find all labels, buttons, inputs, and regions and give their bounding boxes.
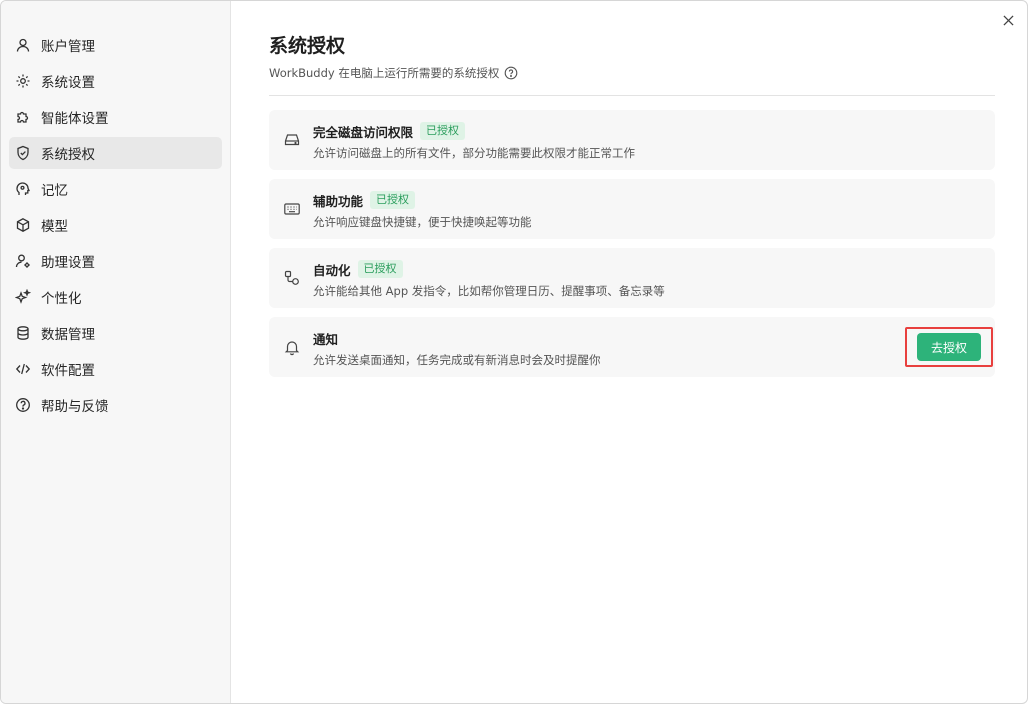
permission-description: 允许能给其他 App 发指令，比如帮你管理日历、提醒事项、备忘录等	[313, 284, 665, 298]
sidebar-item-label: 个性化	[41, 291, 82, 307]
permission-title: 完全磁盘访问权限	[313, 124, 414, 140]
sidebar-item-label: 帮助与反馈	[41, 399, 109, 415]
sidebar-item-agent-settings[interactable]: 智能体设置	[9, 101, 222, 133]
sidebar-item-data-management[interactable]: 数据管理	[9, 317, 222, 349]
permission-description: 允许响应键盘快捷键，便于快捷唤起等功能	[313, 215, 532, 229]
permission-title: 通知	[313, 331, 339, 347]
sidebar-item-label: 系统设置	[41, 75, 95, 91]
page-title: 系统授权	[269, 35, 346, 57]
permission-title: 自动化	[313, 262, 351, 278]
close-icon	[1002, 14, 1014, 26]
puzzle-icon	[15, 109, 31, 125]
status-badge: 已授权	[370, 191, 416, 209]
permission-card-accessibility: 辅助功能 已授权 允许响应键盘快捷键，便于快捷唤起等功能	[269, 179, 995, 239]
user-icon	[15, 37, 31, 53]
sidebar: 账户管理 系统设置 智能体设置 系统授权 记忆 模型 助理设置 个性化 数据管理…	[1, 1, 231, 703]
bell-icon	[283, 338, 301, 356]
sidebar-item-system-authorization[interactable]: 系统授权	[9, 137, 222, 169]
sidebar-item-label: 软件配置	[41, 363, 95, 379]
hard-drive-icon	[283, 131, 301, 149]
permission-description: 允许访问磁盘上的所有文件，部分功能需要此权限才能正常工作	[313, 146, 635, 160]
subtitle-text: WorkBuddy 在电脑上运行所需要的系统授权	[269, 66, 500, 80]
authorize-highlight: 去授权	[905, 327, 993, 367]
gear-icon	[15, 73, 31, 89]
sidebar-item-label: 助理设置	[41, 255, 95, 271]
sidebar-item-software-config[interactable]: 软件配置	[9, 353, 222, 385]
sidebar-item-label: 智能体设置	[41, 111, 109, 127]
sidebar-item-account[interactable]: 账户管理	[9, 29, 222, 61]
close-button[interactable]	[999, 11, 1017, 29]
settings-window: 账户管理 系统设置 智能体设置 系统授权 记忆 模型 助理设置 个性化 数据管理…	[0, 0, 1028, 704]
help-icon[interactable]	[504, 66, 518, 80]
divider	[269, 95, 995, 96]
database-icon	[15, 325, 31, 341]
sidebar-item-memory[interactable]: 记忆	[9, 173, 222, 205]
permission-card-disk-access: 完全磁盘访问权限 已授权 允许访问磁盘上的所有文件，部分功能需要此权限才能正常工…	[269, 110, 995, 170]
sidebar-item-label: 账户管理	[41, 39, 95, 55]
sidebar-item-personalization[interactable]: 个性化	[9, 281, 222, 313]
sidebar-item-help-feedback[interactable]: 帮助与反馈	[9, 389, 222, 421]
sidebar-item-label: 系统授权	[41, 147, 95, 163]
brain-head-icon	[15, 181, 31, 197]
automation-icon	[283, 269, 301, 287]
keyboard-icon	[283, 200, 301, 218]
permission-card-notification: 通知 允许发送桌面通知，任务完成或有新消息时会及时提醒你 去授权	[269, 317, 995, 377]
permission-card-automation: 自动化 已授权 允许能给其他 App 发指令，比如帮你管理日历、提醒事项、备忘录…	[269, 248, 995, 308]
sparkle-icon	[15, 289, 31, 305]
sidebar-item-system-settings[interactable]: 系统设置	[9, 65, 222, 97]
sidebar-item-label: 记忆	[41, 183, 68, 199]
cube-icon	[15, 217, 31, 233]
help-circle-icon	[15, 397, 31, 413]
shield-icon	[15, 145, 31, 161]
page-subtitle: WorkBuddy 在电脑上运行所需要的系统授权	[269, 65, 518, 81]
user-gear-icon	[15, 253, 31, 269]
sidebar-item-assistant-settings[interactable]: 助理设置	[9, 245, 222, 277]
main-panel: 系统授权 WorkBuddy 在电脑上运行所需要的系统授权 完全磁盘访问权限 已…	[232, 1, 1027, 703]
sidebar-item-model[interactable]: 模型	[9, 209, 222, 241]
status-badge: 已授权	[420, 122, 466, 140]
code-icon	[15, 361, 31, 377]
permission-title: 辅助功能	[313, 193, 364, 209]
permission-list: 完全磁盘访问权限 已授权 允许访问磁盘上的所有文件，部分功能需要此权限才能正常工…	[269, 110, 995, 386]
status-badge: 已授权	[357, 260, 403, 278]
sidebar-item-label: 数据管理	[41, 327, 95, 343]
permission-description: 允许发送桌面通知，任务完成或有新消息时会及时提醒你	[313, 353, 601, 367]
sidebar-item-label: 模型	[41, 219, 68, 235]
authorize-button[interactable]: 去授权	[917, 333, 981, 361]
